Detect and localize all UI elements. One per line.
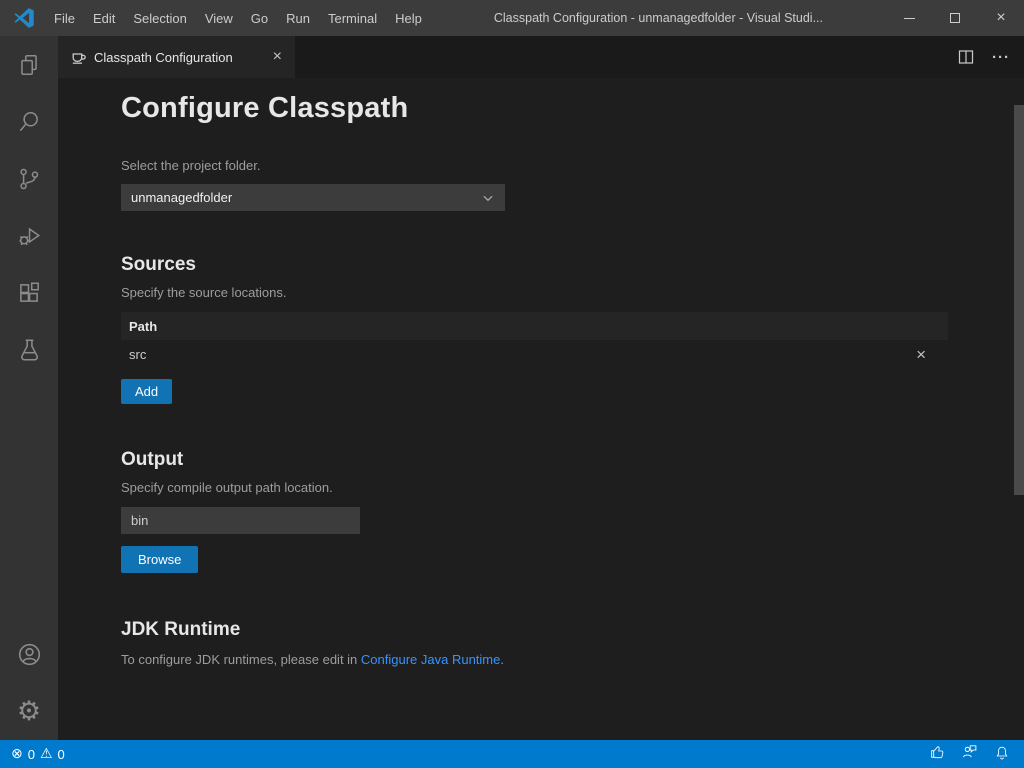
error-count: 0 [28, 747, 35, 762]
menu-view[interactable]: View [196, 0, 242, 36]
page-title: Configure Classpath [121, 92, 984, 125]
sources-table-header: Path [121, 312, 948, 340]
jdk-text-after: . [500, 652, 504, 667]
files-icon [16, 52, 42, 78]
editor-actions: ··· [958, 36, 1024, 78]
editor-group: Classpath Configuration × ··· Configure … [58, 36, 1024, 740]
source-path-value: src [129, 347, 902, 362]
sources-description: Specify the source locations. [121, 285, 984, 300]
more-actions-button[interactable]: ··· [992, 49, 1010, 66]
menu-bar: File Edit Selection View Go Run Terminal… [45, 0, 431, 36]
testing-tab[interactable] [0, 321, 58, 378]
jdk-runtime-text: To configure JDK runtimes, please edit i… [121, 652, 984, 667]
maximize-button[interactable] [932, 0, 978, 36]
classpath-configuration-page: Configure Classpath Select the project f… [58, 78, 1024, 712]
menu-help[interactable]: Help [386, 0, 431, 36]
window-title: Classpath Configuration - unmanagedfolde… [431, 11, 886, 25]
accounts-button[interactable] [0, 626, 58, 683]
sources-table: Path src × [121, 312, 948, 369]
title-bar: File Edit Selection View Go Run Terminal… [0, 0, 1024, 36]
vertical-scrollbar[interactable] [1014, 105, 1024, 495]
split-editor-icon [958, 49, 974, 65]
search-tab[interactable] [0, 93, 58, 150]
jdk-runtime-section: JDK Runtime To configure JDK runtimes, p… [121, 619, 984, 667]
window-controls: × [886, 0, 1024, 36]
menu-file[interactable]: File [45, 0, 84, 36]
warning-count: 0 [58, 747, 65, 762]
menu-go[interactable]: Go [242, 0, 277, 36]
run-debug-tab[interactable] [0, 207, 58, 264]
minimize-icon [904, 18, 915, 19]
minimize-button[interactable] [886, 0, 932, 36]
status-bar-right [929, 743, 1024, 765]
menu-selection[interactable]: Selection [124, 0, 195, 36]
bell-icon [994, 744, 1010, 760]
close-window-button[interactable]: × [978, 0, 1024, 36]
remove-source-icon[interactable]: × [902, 346, 940, 363]
settings-button[interactable]: ⚙ [0, 683, 58, 740]
source-control-tab[interactable] [0, 150, 58, 207]
tab-classpath-configuration[interactable]: Classpath Configuration × [58, 36, 295, 78]
git-branch-icon [16, 166, 42, 192]
output-description: Specify compile output path location. [121, 480, 984, 495]
java-status-button[interactable] [961, 743, 978, 765]
add-source-button[interactable]: Add [121, 379, 172, 404]
project-folder-label: Select the project folder. [121, 158, 984, 173]
output-heading: Output [121, 449, 984, 471]
tab-bar: Classpath Configuration × ··· [58, 36, 1024, 78]
path-column-header: Path [129, 319, 157, 334]
gear-icon: ⚙ [17, 698, 41, 725]
thumbs-up-icon [929, 744, 945, 760]
feedback-button[interactable] [929, 744, 945, 765]
vscode-logo-icon [13, 7, 35, 29]
sources-heading: Sources [121, 254, 984, 276]
extensions-tab[interactable] [0, 264, 58, 321]
sources-section: Sources Specify the source locations. Pa… [121, 254, 984, 404]
jdk-text-before: To configure JDK runtimes, please edit i… [121, 652, 361, 667]
project-folder-select[interactable]: unmanagedfolder [121, 184, 505, 211]
beaker-icon [16, 337, 42, 363]
maximize-icon [950, 13, 960, 23]
account-icon [16, 641, 43, 668]
person-feedback-icon [961, 743, 978, 760]
jdk-runtime-heading: JDK Runtime [121, 619, 984, 641]
referenced-libraries-section: Referenced Libraries Specify referenced … [121, 711, 984, 712]
project-folder-value: unmanagedfolder [131, 190, 481, 205]
referenced-libraries-heading: Referenced Libraries [121, 711, 984, 712]
output-path-input[interactable] [121, 507, 360, 534]
java-cup-icon [70, 49, 87, 66]
menu-run[interactable]: Run [277, 0, 319, 36]
configure-java-runtime-link[interactable]: Configure Java Runtime [361, 652, 500, 667]
status-bar: ⊗ 0 ⚠ 0 [0, 740, 1024, 768]
close-icon: × [996, 10, 1005, 26]
extensions-icon [16, 280, 42, 306]
menu-terminal[interactable]: Terminal [319, 0, 386, 36]
browse-button[interactable]: Browse [121, 546, 198, 573]
activity-bar: ⚙ [0, 36, 58, 740]
warning-icon: ⚠ [40, 747, 53, 761]
tab-label: Classpath Configuration [94, 50, 263, 65]
notifications-button[interactable] [994, 744, 1010, 765]
search-icon [16, 109, 42, 135]
chevron-down-icon [481, 191, 495, 205]
explorer-tab[interactable] [0, 36, 58, 93]
error-icon: ⊗ [11, 747, 23, 761]
menu-edit[interactable]: Edit [84, 0, 124, 36]
problems-status[interactable]: ⊗ 0 ⚠ 0 [0, 747, 65, 762]
output-section: Output Specify compile output path locat… [121, 449, 984, 573]
tab-close-icon[interactable]: × [270, 48, 285, 66]
table-row[interactable]: src × [121, 340, 948, 369]
split-editor-button[interactable] [958, 49, 974, 65]
vscode-window: File Edit Selection View Go Run Terminal… [0, 0, 1024, 768]
run-debug-icon [16, 223, 42, 249]
